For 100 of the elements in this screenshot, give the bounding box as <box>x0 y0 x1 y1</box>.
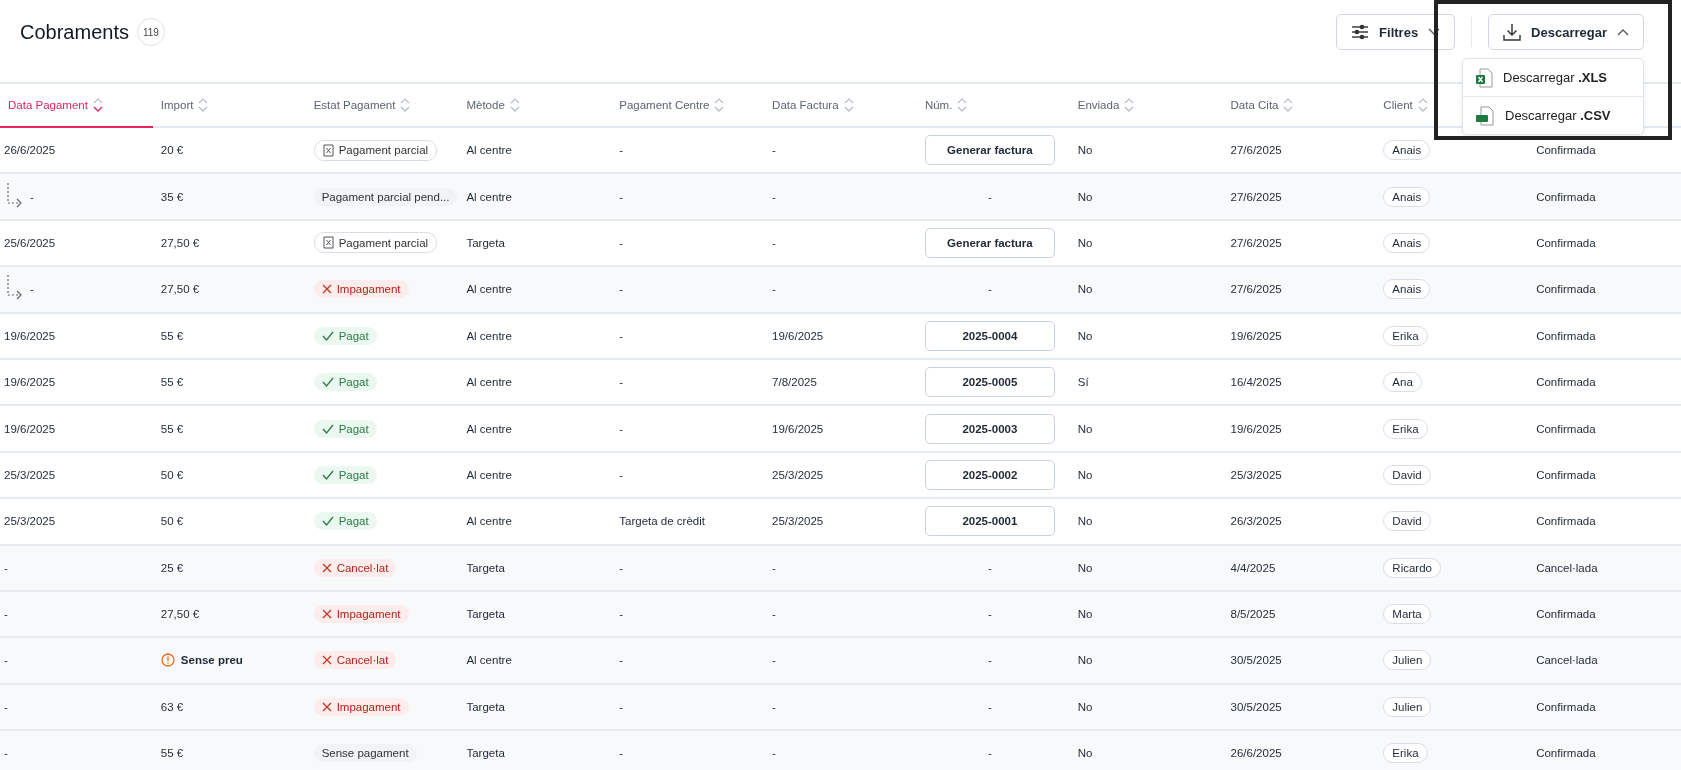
table-cell: No <box>1077 468 1093 481</box>
status-badge: Pagament parcial <box>313 232 438 254</box>
column-header[interactable]: Núm. <box>924 98 968 112</box>
table-cell: - <box>772 747 776 760</box>
table-cell: Confirmada <box>1536 515 1596 528</box>
table-cell: - <box>772 654 776 667</box>
table-cell: Confirmada <box>1536 236 1596 249</box>
table-cell: Al centre <box>466 654 512 667</box>
chevron-up-icon <box>1617 28 1629 36</box>
column-header[interactable]: Estat Pagament <box>313 98 411 112</box>
table-cell: - <box>619 422 624 435</box>
table-cell-text: - <box>987 608 993 621</box>
menu-item[interactable]: Descarregar .CSV <box>1463 96 1643 134</box>
table-cell: 25/3/2025 <box>1230 468 1282 481</box>
check-icon <box>321 423 334 434</box>
table-cell: 27/6/2025 <box>1230 144 1282 157</box>
column-header[interactable]: Enviada <box>1077 98 1135 112</box>
column-header[interactable]: Data Factura <box>772 98 854 112</box>
table-cell: 27,50 € <box>160 236 200 249</box>
status-badge: Impagament <box>313 605 409 624</box>
client-chip: Erika <box>1383 743 1428 764</box>
table-cell: 26/3/2025 <box>1230 515 1282 528</box>
client-chip: Julien <box>1383 650 1432 671</box>
table-cell: 63 € <box>160 700 184 713</box>
invoice-button[interactable]: Generar factura <box>924 135 1055 166</box>
status-badge: Pagament parcial <box>313 139 438 161</box>
invoice-button[interactable]: 2025-0001 <box>924 506 1055 537</box>
table-cell: No <box>1077 561 1093 574</box>
table-cell: 25/3/2025 <box>772 468 824 481</box>
status-badge: Cancel·lat <box>313 651 397 670</box>
download-icon <box>1503 23 1522 41</box>
table-cell: No <box>1077 515 1093 528</box>
table-cell: No <box>1077 144 1093 157</box>
status-badge: Pagat <box>313 419 377 438</box>
client-chip: Erika <box>1383 418 1428 439</box>
column-header[interactable]: Pagament Centre <box>619 98 725 112</box>
menu-item[interactable]: Descarregar .XLS <box>1463 59 1643 96</box>
table-cell: Al centre <box>466 283 512 296</box>
table-cell: 7/8/2025 <box>772 376 817 389</box>
table-cell: Sense preu <box>180 654 243 667</box>
table-cell: - <box>772 144 776 157</box>
table-cell: 8/5/2025 <box>1230 608 1276 621</box>
client-chip: Erika <box>1383 325 1428 346</box>
status-badge: Cancel·lat <box>313 558 397 577</box>
table-cell: - <box>4 700 8 713</box>
invoice-button[interactable]: 2025-0004 <box>924 320 1055 351</box>
table-cell: - <box>619 700 624 713</box>
table-cell: Confirmada <box>1536 700 1596 713</box>
table-cell: Al centre <box>466 515 512 528</box>
table-cell: Targeta <box>466 747 505 760</box>
table-cell: 19/6/2025 <box>1230 422 1282 435</box>
download-button[interactable]: Descarregar <box>1488 14 1644 50</box>
table-cell: No <box>1077 700 1093 713</box>
table-cell: Cancel·lada <box>1536 561 1598 574</box>
table-cell: 4/4/2025 <box>1230 561 1276 574</box>
table-cell: 30/5/2025 <box>1230 654 1282 667</box>
table-cell: Al centre <box>466 468 512 481</box>
column-header[interactable]: Mètode <box>466 98 520 112</box>
table-cell: Targeta <box>466 608 505 621</box>
table-cell: 55 € <box>160 329 184 342</box>
table-cell: 19/6/2025 <box>4 422 56 435</box>
table-cell: No <box>1077 422 1093 435</box>
table-cell: - <box>772 561 776 574</box>
status-badge: Impagament <box>313 697 409 716</box>
invoice-button[interactable]: 2025-0005 <box>924 367 1055 398</box>
table-cell: 25 € <box>160 561 184 574</box>
table-cell: 16/4/2025 <box>1230 376 1282 389</box>
table-cell: 20 € <box>160 144 184 157</box>
cross-icon <box>321 701 332 712</box>
table-cell: - <box>772 608 776 621</box>
invoice-button[interactable]: Generar factura <box>924 227 1055 258</box>
table-cell: 50 € <box>160 515 184 528</box>
cross-icon <box>321 562 332 573</box>
status-badge: Pagament parcial pend... <box>313 187 458 206</box>
table-cell: 19/6/2025 <box>772 329 824 342</box>
table-cell: Al centre <box>466 422 512 435</box>
table-cell: 19/6/2025 <box>772 422 824 435</box>
column-header[interactable]: Import <box>160 98 209 112</box>
table-cell: Confirmada <box>1536 376 1596 389</box>
table-cell: 55 € <box>160 422 184 435</box>
table-cell-text: - <box>987 700 993 713</box>
table-cell: - <box>4 561 8 574</box>
table-cell: Confirmada <box>1536 190 1596 203</box>
table-cell: - <box>772 283 776 296</box>
table-cell: 27/6/2025 <box>1230 236 1282 249</box>
table-cell: - <box>619 747 624 760</box>
table-cell: 26/6/2025 <box>1230 747 1282 760</box>
invoice-button[interactable]: 2025-0002 <box>924 459 1055 490</box>
filters-button[interactable]: Filtres <box>1336 14 1456 50</box>
check-icon <box>321 469 334 480</box>
invoice-button[interactable]: 2025-0003 <box>924 413 1055 444</box>
table-cell: - <box>619 468 624 481</box>
table-cell: - <box>619 561 624 574</box>
table-cell: Confirmada <box>1536 422 1596 435</box>
column-header[interactable]: Data Cita <box>1230 98 1294 112</box>
status-badge: Pagat <box>313 373 377 392</box>
client-chip: Anais <box>1383 140 1431 161</box>
column-header[interactable]: Data Pagament <box>8 98 103 112</box>
column-header[interactable]: Client <box>1383 98 1428 112</box>
csv-file-icon <box>1475 105 1495 126</box>
